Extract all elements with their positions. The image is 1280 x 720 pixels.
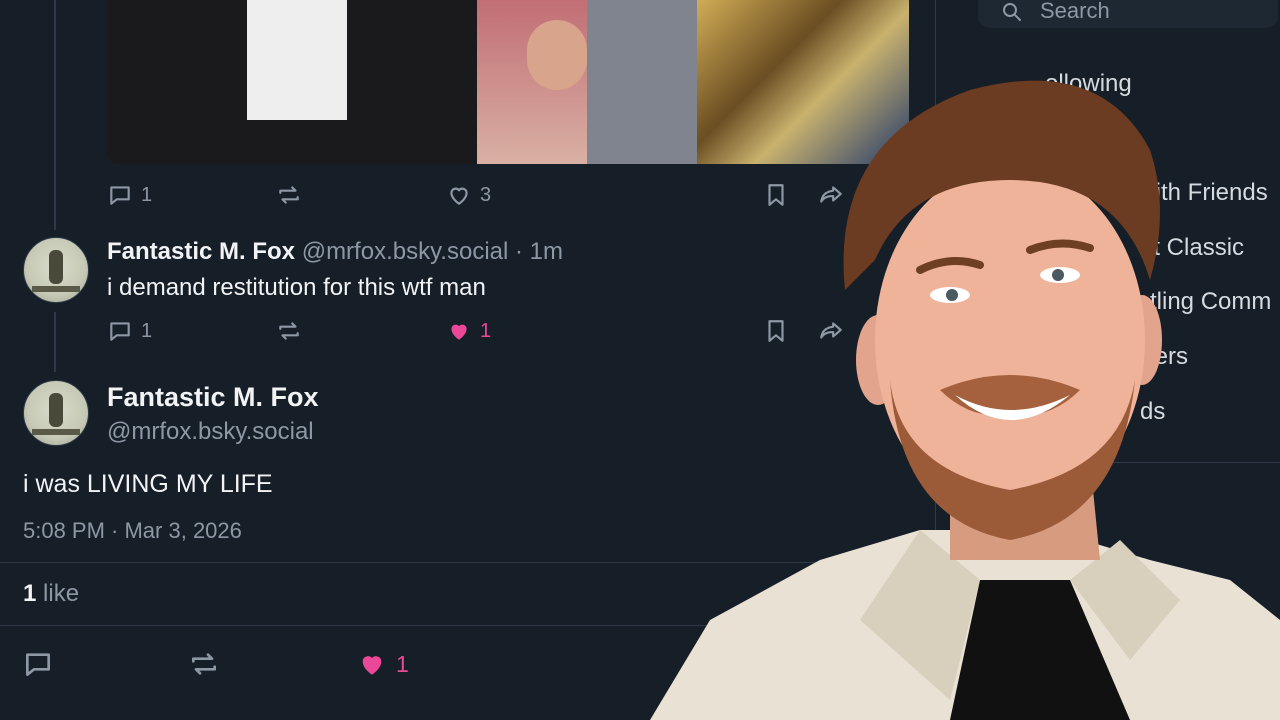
like-button[interactable]: 1 <box>356 648 409 680</box>
display-name[interactable]: Fantastic M. Fox <box>107 238 295 265</box>
thread-line <box>54 0 56 230</box>
reply-button[interactable] <box>22 648 54 680</box>
thread-line <box>54 312 56 372</box>
avatar[interactable] <box>23 380 89 446</box>
timestamp[interactable]: · 1m <box>515 238 563 265</box>
reply-count: 1 <box>141 183 153 206</box>
post-text: i demand restitution for this wtf man <box>107 274 486 301</box>
repost-icon <box>279 322 299 340</box>
handle[interactable]: @mrfox.bsky.social <box>107 418 314 446</box>
display-name-text: Fantastic M. Fox <box>107 382 319 412</box>
heart-outline-icon <box>450 187 468 205</box>
repost-button[interactable] <box>276 182 302 208</box>
like-button[interactable]: 3 <box>446 182 491 208</box>
person-overlay-image <box>650 80 1280 720</box>
repost-button[interactable] <box>276 318 302 344</box>
repost-icon <box>192 653 216 675</box>
search-input[interactable]: Search <box>978 0 1278 28</box>
display-name[interactable]: Fantastic M. Fox <box>107 382 319 413</box>
like-count: 3 <box>480 183 492 206</box>
heart-filled-icon <box>451 324 467 340</box>
reply-count: 1 <box>141 319 153 342</box>
reply-icon <box>110 322 130 341</box>
reply-icon <box>26 653 50 676</box>
post-text: i was LIVING MY LIFE <box>23 470 273 498</box>
likes-summary[interactable]: 1 like <box>23 580 79 608</box>
like-count: 1 <box>480 319 492 342</box>
handle[interactable]: @mrfox.bsky.social <box>302 238 509 265</box>
likes-count: 1 <box>23 580 37 607</box>
reply-button[interactable]: 1 <box>107 318 152 344</box>
like-button[interactable]: 1 <box>446 318 491 344</box>
repost-button[interactable] <box>188 648 220 680</box>
post-header: Fantastic M. Fox @mrfox.bsky.social · 1m <box>107 238 563 266</box>
likes-label: like <box>43 580 80 607</box>
repost-icon <box>279 186 299 204</box>
like-count: 1 <box>396 650 409 677</box>
reply-button[interactable]: 1 <box>107 182 152 208</box>
search-placeholder: Search <box>1040 0 1110 23</box>
post-timestamp[interactable]: 5:08 PM · Mar 3, 2026 <box>23 518 242 544</box>
heart-filled-icon <box>362 656 382 675</box>
reply-icon <box>110 186 130 205</box>
avatar[interactable] <box>23 237 89 303</box>
search-icon <box>1003 3 1021 21</box>
